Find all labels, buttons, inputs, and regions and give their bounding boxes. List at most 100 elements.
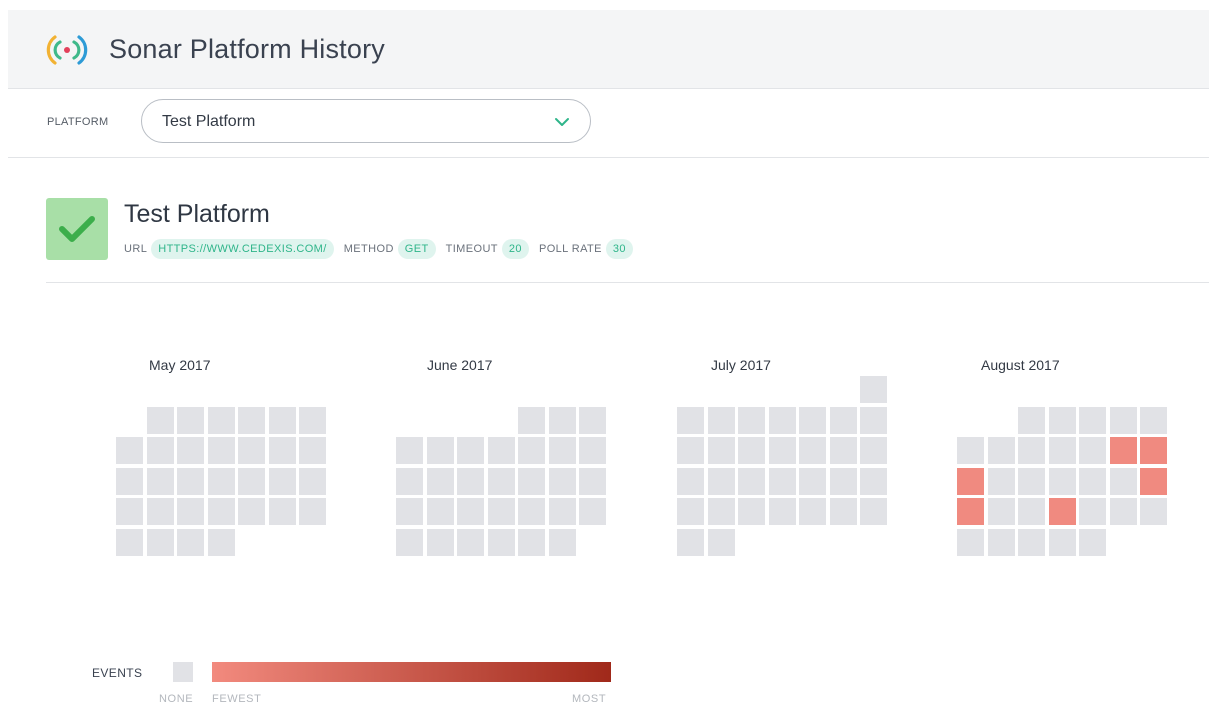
- calendar-day[interactable]: [426, 498, 454, 525]
- calendar-day[interactable]: [146, 437, 174, 464]
- calendar-day[interactable]: [177, 437, 204, 464]
- calendar-day[interactable]: [487, 467, 515, 495]
- calendar-day[interactable]: [987, 437, 1015, 464]
- calendar-day[interactable]: [829, 467, 857, 495]
- calendar-day[interactable]: [860, 498, 887, 525]
- calendar-day[interactable]: [299, 406, 326, 434]
- calendar-day[interactable]: [518, 467, 545, 495]
- calendar-day[interactable]: [579, 498, 606, 525]
- calendar-day-event[interactable]: [1109, 437, 1137, 464]
- calendar-day[interactable]: [518, 406, 545, 434]
- calendar-day[interactable]: [1079, 406, 1106, 434]
- calendar-day[interactable]: [1109, 467, 1137, 495]
- calendar-day[interactable]: [299, 498, 326, 525]
- calendar-day[interactable]: [146, 528, 174, 556]
- calendar-day[interactable]: [1018, 437, 1045, 464]
- calendar-day[interactable]: [579, 406, 606, 434]
- calendar-day[interactable]: [860, 437, 887, 464]
- calendar-day[interactable]: [799, 467, 826, 495]
- calendar-day[interactable]: [768, 467, 796, 495]
- calendar-day[interactable]: [457, 498, 484, 525]
- calendar-day[interactable]: [548, 528, 576, 556]
- calendar-day[interactable]: [738, 406, 765, 434]
- calendar-day[interactable]: [829, 437, 857, 464]
- calendar-day[interactable]: [707, 467, 735, 495]
- calendar-day[interactable]: [396, 437, 423, 464]
- calendar-day[interactable]: [487, 437, 515, 464]
- calendar-day[interactable]: [579, 437, 606, 464]
- calendar-day[interactable]: [738, 437, 765, 464]
- calendar-day[interactable]: [707, 406, 735, 434]
- calendar-day[interactable]: [396, 467, 423, 495]
- calendar-day[interactable]: [268, 406, 296, 434]
- calendar-day[interactable]: [829, 406, 857, 434]
- calendar-day[interactable]: [707, 437, 735, 464]
- calendar-day[interactable]: [268, 467, 296, 495]
- calendar-day[interactable]: [677, 437, 704, 464]
- calendar-day[interactable]: [799, 498, 826, 525]
- calendar-day[interactable]: [268, 498, 296, 525]
- calendar-day[interactable]: [799, 406, 826, 434]
- calendar-day[interactable]: [1140, 498, 1167, 525]
- calendar-day[interactable]: [268, 437, 296, 464]
- calendar-day[interactable]: [207, 467, 235, 495]
- calendar-day[interactable]: [116, 467, 143, 495]
- calendar-day[interactable]: [860, 376, 887, 403]
- calendar-day[interactable]: [1079, 437, 1106, 464]
- calendar-day-event[interactable]: [1048, 498, 1076, 525]
- calendar-day[interactable]: [1048, 467, 1076, 495]
- calendar-day[interactable]: [177, 467, 204, 495]
- calendar-day[interactable]: [987, 498, 1015, 525]
- calendar-day-event[interactable]: [957, 498, 984, 525]
- calendar-day[interactable]: [396, 498, 423, 525]
- calendar-day[interactable]: [146, 406, 174, 434]
- calendar-day[interactable]: [1018, 467, 1045, 495]
- calendar-day[interactable]: [518, 528, 545, 556]
- calendar-day[interactable]: [768, 498, 796, 525]
- calendar-day[interactable]: [116, 437, 143, 464]
- calendar-day[interactable]: [457, 528, 484, 556]
- calendar-day[interactable]: [426, 528, 454, 556]
- calendar-day[interactable]: [457, 467, 484, 495]
- calendar-day[interactable]: [677, 406, 704, 434]
- calendar-day[interactable]: [707, 528, 735, 556]
- calendar-day[interactable]: [860, 467, 887, 495]
- calendar-day[interactable]: [487, 528, 515, 556]
- calendar-day[interactable]: [426, 467, 454, 495]
- calendar-day[interactable]: [177, 528, 204, 556]
- calendar-day-event[interactable]: [957, 467, 984, 495]
- calendar-day-event[interactable]: [1140, 467, 1167, 495]
- calendar-day[interactable]: [238, 467, 265, 495]
- calendar-day[interactable]: [177, 406, 204, 434]
- calendar-day[interactable]: [146, 498, 174, 525]
- calendar-day[interactable]: [1140, 406, 1167, 434]
- calendar-day[interactable]: [987, 467, 1015, 495]
- calendar-day[interactable]: [1079, 498, 1106, 525]
- calendar-day[interactable]: [677, 467, 704, 495]
- calendar-day[interactable]: [579, 467, 606, 495]
- calendar-day[interactable]: [799, 437, 826, 464]
- calendar-day[interactable]: [768, 437, 796, 464]
- calendar-day[interactable]: [207, 437, 235, 464]
- calendar-day[interactable]: [677, 528, 704, 556]
- calendar-day[interactable]: [1048, 437, 1076, 464]
- calendar-day[interactable]: [707, 498, 735, 525]
- platform-select[interactable]: Test Platform: [141, 99, 591, 143]
- calendar-day[interactable]: [1079, 528, 1106, 556]
- calendar-day[interactable]: [1048, 528, 1076, 556]
- calendar-day[interactable]: [1109, 498, 1137, 525]
- calendar-day[interactable]: [457, 437, 484, 464]
- calendar-day[interactable]: [396, 528, 423, 556]
- calendar-day-event[interactable]: [1140, 437, 1167, 464]
- calendar-day[interactable]: [829, 498, 857, 525]
- calendar-day[interactable]: [548, 498, 576, 525]
- calendar-day[interactable]: [1018, 528, 1045, 556]
- calendar-day[interactable]: [738, 467, 765, 495]
- calendar-day[interactable]: [677, 498, 704, 525]
- calendar-day[interactable]: [238, 406, 265, 434]
- calendar-day[interactable]: [1018, 498, 1045, 525]
- calendar-day[interactable]: [518, 437, 545, 464]
- calendar-day[interactable]: [207, 498, 235, 525]
- calendar-day[interactable]: [299, 437, 326, 464]
- calendar-day[interactable]: [548, 406, 576, 434]
